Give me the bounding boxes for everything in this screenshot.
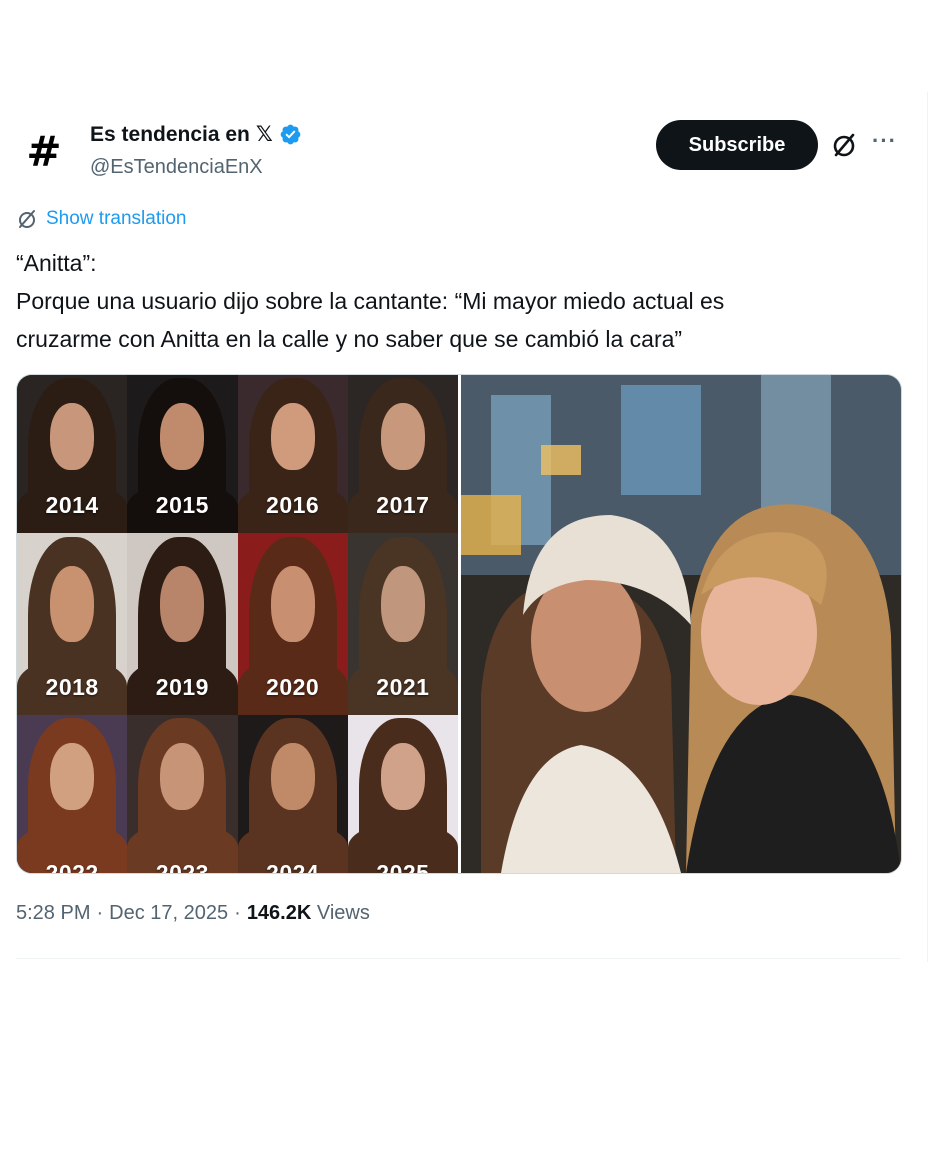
collage-year-label: 2024 (266, 860, 320, 873)
portrait-face (50, 743, 95, 810)
collage-cell: 2023 (127, 715, 238, 873)
grok-icon[interactable] (830, 131, 858, 159)
author-handle[interactable]: @EsTendenciaEnX (90, 156, 263, 179)
portrait-face (270, 565, 315, 643)
tweet-text-line: cruzarme con Anitta en la calle y no sab… (16, 326, 683, 352)
views-label: Views (316, 902, 370, 924)
tweet-meta: 5:28 PM · Dec 17, 2025 · 146.2K Views (16, 902, 370, 925)
column-border (927, 92, 928, 962)
x-logo-icon: 𝕏 (255, 123, 273, 146)
portrait-face (160, 403, 205, 470)
selfie-illustration (461, 375, 901, 873)
portrait-face (160, 565, 205, 643)
collage-cell: 2022 (17, 715, 128, 873)
collage-year-label: 2020 (266, 674, 320, 700)
divider (16, 958, 900, 959)
more-options-icon[interactable]: ··· (872, 128, 897, 154)
show-translation-link[interactable]: Show translation (16, 208, 186, 230)
collage-cell: 2020 (237, 533, 348, 715)
collage-cell: 2021 (347, 533, 458, 715)
author-name-row[interactable]: Es tendencia en 𝕏 (90, 122, 302, 147)
meta-separator: · (234, 902, 241, 924)
meta-separator: · (96, 902, 104, 924)
collage-cell: 2019 (127, 533, 238, 715)
avatar-hash-glyph: # (26, 127, 62, 176)
collage-year-label: 2019 (155, 674, 209, 700)
selfie-photo[interactable] (461, 375, 901, 873)
collage-year-label: 2025 (376, 860, 430, 873)
portrait-face (50, 403, 95, 470)
portrait-face (270, 403, 315, 470)
tweet-text-line: Porque una usuario dijo sobre la cantant… (16, 288, 725, 314)
portrait-face (160, 743, 205, 810)
tweet-media[interactable]: 2014 2015 2016 2017 2018 2019 2020 2021 2022 2023… (16, 374, 902, 874)
collage-year-label: 2021 (376, 674, 430, 700)
translate-icon (19, 210, 35, 228)
tweet-text-line: “Anitta”: (16, 250, 97, 276)
subscribe-button[interactable]: Subscribe (656, 120, 818, 170)
tweet-time[interactable]: 5:28 PM (16, 902, 90, 925)
collage-year-label: 2016 (266, 492, 320, 518)
portrait-face (380, 565, 425, 643)
collage-cell: 2016 (237, 375, 348, 533)
tweet-text: “Anitta”: Porque una usuario dijo sobre … (16, 244, 896, 358)
verified-badge-icon[interactable] (279, 123, 302, 146)
views-count: 146.2K (246, 902, 312, 924)
collage-year-label: 2015 (155, 492, 209, 518)
collage-cell: 2014 (17, 375, 128, 533)
collage-year-label: 2014 (45, 492, 99, 518)
portrait-face (50, 565, 95, 643)
collage-cell: 2015 (127, 375, 238, 533)
collage-cell: 2018 (17, 533, 128, 715)
show-translation-label[interactable]: Show translation (46, 208, 186, 230)
collage-year-label: 2017 (376, 492, 430, 518)
portrait-face (270, 743, 315, 810)
portrait-face (380, 403, 425, 470)
tweet-date[interactable]: Dec 17, 2025 (109, 902, 228, 925)
collage-cell: 2025 (347, 715, 458, 873)
portrait-face (380, 743, 425, 810)
collage-cell: 2017 (347, 375, 458, 533)
display-name[interactable]: Es tendencia en (90, 123, 250, 147)
collage-year-label: 2022 (45, 860, 99, 873)
collage-year-label: 2018 (45, 674, 99, 700)
avatar[interactable]: # (16, 124, 72, 180)
collage-year-label: 2023 (155, 860, 209, 873)
collage-cell: 2024 (237, 715, 348, 873)
year-collage-image[interactable]: 2014 2015 2016 2017 2018 2019 2020 2021 2022 2023… (17, 375, 458, 873)
tweet-header: # Es tendencia en 𝕏 @EsTendenciaEnX Subs… (16, 118, 906, 182)
